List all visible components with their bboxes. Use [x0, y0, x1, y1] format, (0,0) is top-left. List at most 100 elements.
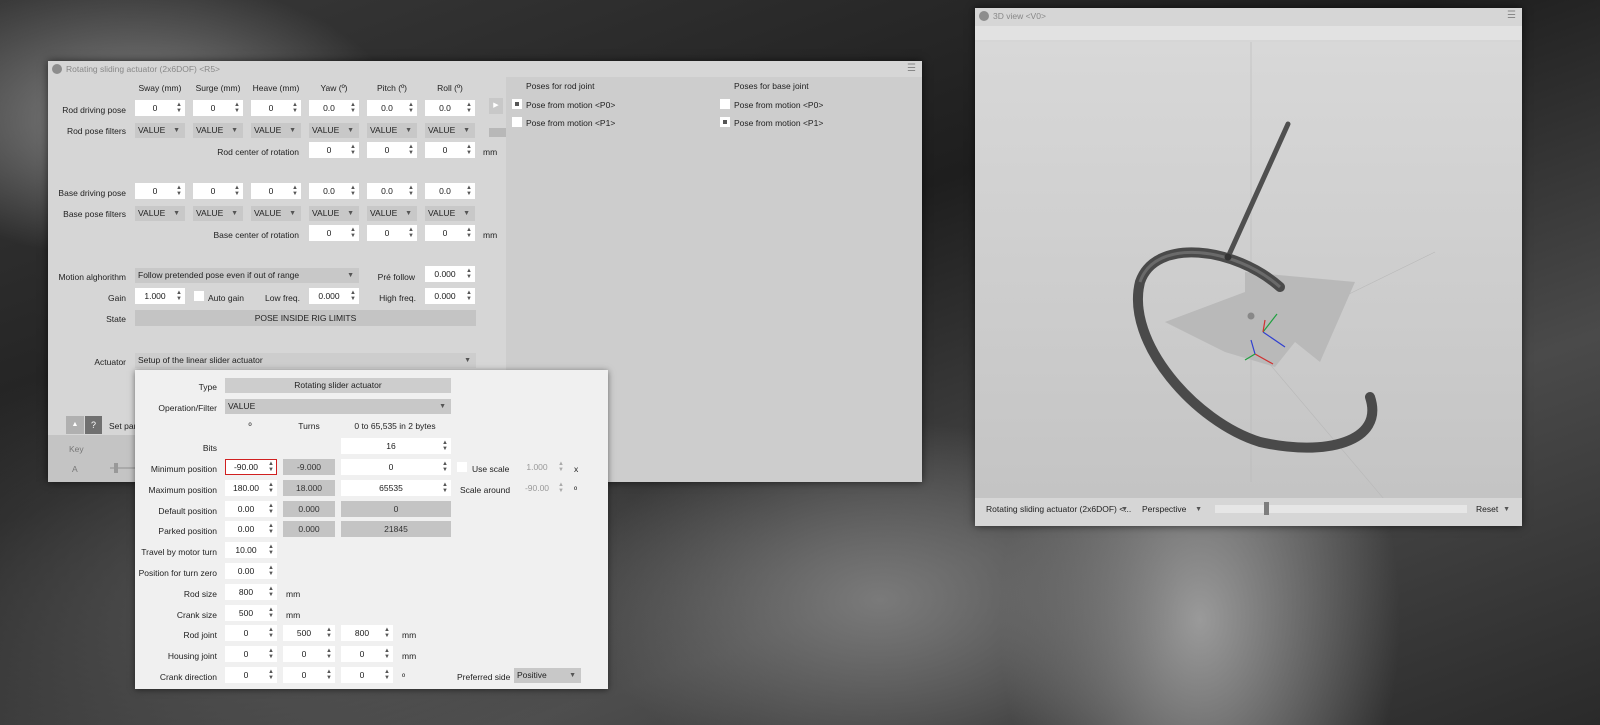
rod-surge-filter-select[interactable]: VALUE ▼ [193, 123, 243, 138]
operation-filter-select[interactable]: VALUE ▼ [225, 399, 451, 414]
housing-joint-x-input[interactable]: 0 ▲ ▼ [225, 646, 277, 662]
spinner-arrows-icon[interactable]: ▲ ▼ [465, 290, 473, 302]
pre-follow-input[interactable]: 0.000 ▲ ▼ [425, 266, 475, 282]
rod-yaw-filter-select[interactable]: VALUE ▼ [309, 123, 359, 138]
view-slider-thumb[interactable] [1264, 502, 1269, 515]
rod-pitch-filter-select[interactable]: VALUE ▼ [367, 123, 417, 138]
crank-direction-z-input[interactable]: 0 ▲ ▼ [341, 667, 393, 683]
use-scale-input[interactable]: 1.000 ▲ ▼ [517, 459, 567, 475]
window-menu-icon[interactable]: ☰ [1507, 8, 1516, 24]
use-scale-label[interactable]: Use scale [472, 464, 509, 474]
set-params-label[interactable]: Set par [109, 421, 136, 431]
rod-pose-p0-checkbox[interactable] [512, 99, 522, 109]
rod-joint-y-input[interactable]: 500 ▲ ▼ [283, 625, 335, 641]
high-freq-input[interactable]: 0.000 ▲ ▼ [425, 288, 475, 304]
motion-algorithm-select[interactable]: Follow pretended pose even if out of ran… [135, 268, 359, 283]
max-position-raw-input[interactable]: 65535 ▲ ▼ [341, 480, 451, 496]
expand-arrow-button[interactable]: ▶ [489, 98, 503, 114]
base-heave-filter-select[interactable]: VALUE ▼ [251, 206, 301, 221]
spinner-arrows-icon[interactable]: ▲ ▼ [325, 648, 333, 660]
travel-by-turn-input[interactable]: 10.00 ▲ ▼ [225, 542, 277, 558]
spinner-arrows-icon[interactable]: ▲ ▼ [233, 185, 241, 197]
spinner-arrows-icon[interactable]: ▲ ▼ [267, 523, 275, 535]
base-sway-filter-select[interactable]: VALUE ▼ [135, 206, 185, 221]
help-button[interactable]: ? [85, 416, 102, 434]
base-sway-input[interactable]: 0 ▲ ▼ [135, 183, 185, 199]
base-center-z-input[interactable]: 0 ▲ ▼ [425, 225, 475, 241]
low-freq-input[interactable]: 0.000 ▲ ▼ [309, 288, 359, 304]
actuator-select[interactable]: Setup of the linear slider actuator ▼ [135, 353, 476, 368]
rod-pose-p0-label[interactable]: Pose from motion <P0> [526, 100, 615, 110]
base-surge-input[interactable]: 0 ▲ ▼ [193, 183, 243, 199]
spinner-arrows-icon[interactable]: ▲ ▼ [267, 669, 275, 681]
base-pitch-filter-select[interactable]: VALUE ▼ [367, 206, 417, 221]
spinner-arrows-icon[interactable]: ▲ ▼ [441, 461, 449, 473]
rod-joint-z-input[interactable]: 800 ▲ ▼ [341, 625, 393, 641]
spinner-arrows-icon[interactable]: ▲ ▼ [267, 607, 275, 619]
spinner-arrows-icon[interactable]: ▲ ▼ [465, 227, 473, 239]
housing-joint-z-input[interactable]: 0 ▲ ▼ [341, 646, 393, 662]
preferred-side-select[interactable]: Positive ▼ [514, 668, 581, 683]
base-pose-p0-label[interactable]: Pose from motion <P0> [734, 100, 823, 110]
spinner-arrows-icon[interactable]: ▲ ▼ [407, 185, 415, 197]
rod-joint-x-input[interactable]: 0 ▲ ▼ [225, 625, 277, 641]
spinner-arrows-icon[interactable]: ▲ ▼ [349, 185, 357, 197]
spinner-arrows-icon[interactable]: ▲ ▼ [349, 227, 357, 239]
spinner-arrows-icon[interactable]: ▲ ▼ [349, 102, 357, 114]
rod-pose-p1-label[interactable]: Pose from motion <P1> [526, 118, 615, 128]
spinner-arrows-icon[interactable]: ▲ ▼ [465, 268, 473, 280]
rod-sway-filter-select[interactable]: VALUE ▼ [135, 123, 185, 138]
rod-surge-input[interactable]: 0 ▲ ▼ [193, 100, 243, 116]
base-yaw-input[interactable]: 0.0 ▲ ▼ [309, 183, 359, 199]
rod-center-z-input[interactable]: 0 ▲ ▼ [425, 142, 475, 158]
spinner-arrows-icon[interactable]: ▲ ▼ [407, 102, 415, 114]
default-position-deg-input[interactable]: 0.00 ▲ ▼ [225, 501, 277, 517]
base-yaw-filter-select[interactable]: VALUE ▼ [309, 206, 359, 221]
gain-input[interactable]: 1.000 ▲ ▼ [135, 288, 185, 304]
auto-gain-checkbox[interactable] [194, 291, 204, 301]
rod-heave-input[interactable]: 0 ▲ ▼ [251, 100, 301, 116]
base-pose-p1-label[interactable]: Pose from motion <P1> [734, 118, 823, 128]
min-position-deg-input[interactable]: -90.00 ▲ ▼ [225, 459, 277, 475]
spinner-arrows-icon[interactable]: ▲ ▼ [465, 102, 473, 114]
crank-size-input[interactable]: 500 ▲ ▼ [225, 605, 277, 621]
spinner-arrows-icon[interactable]: ▲ ▼ [267, 544, 275, 556]
spinner-arrows-icon[interactable]: ▲ ▼ [383, 648, 391, 660]
scale-around-input[interactable]: -90.00 ▲ ▼ [517, 480, 567, 496]
spinner-arrows-icon[interactable]: ▲ ▼ [267, 482, 275, 494]
base-roll-input[interactable]: 0.0 ▲ ▼ [425, 183, 475, 199]
spinner-arrows-icon[interactable]: ▲ ▼ [291, 102, 299, 114]
base-center-x-input[interactable]: 0 ▲ ▼ [309, 225, 359, 241]
view-slider-track[interactable] [1215, 505, 1467, 513]
spinner-arrows-icon[interactable]: ▲ ▼ [291, 185, 299, 197]
view3d-object-select[interactable]: Rotating sliding actuator (2x6DOF) <... ▼ [983, 502, 1133, 517]
spinner-arrows-icon[interactable]: ▲ ▼ [267, 565, 275, 577]
crank-direction-x-input[interactable]: 0 ▲ ▼ [225, 667, 277, 683]
spinner-arrows-icon[interactable]: ▲ ▼ [441, 482, 449, 494]
min-position-raw-input[interactable]: 0 ▲ ▼ [341, 459, 451, 475]
base-roll-filter-select[interactable]: VALUE ▼ [425, 206, 475, 221]
base-pitch-input[interactable]: 0.0 ▲ ▼ [367, 183, 417, 199]
spinner-arrows-icon[interactable]: ▲ ▼ [325, 627, 333, 639]
auto-gain-label[interactable]: Auto gain [208, 293, 244, 303]
projection-select[interactable]: Perspective ▼ [1139, 502, 1207, 517]
spinner-arrows-icon[interactable]: ▲ ▼ [557, 461, 565, 473]
spinner-arrows-icon[interactable]: ▲ ▼ [349, 290, 357, 302]
turn-zero-input[interactable]: 0.00 ▲ ▼ [225, 563, 277, 579]
spinner-arrows-icon[interactable]: ▲ ▼ [267, 503, 275, 515]
collapse-button[interactable]: ▲ [66, 416, 84, 434]
spinner-arrows-icon[interactable]: ▲ ▼ [233, 102, 241, 114]
base-pose-p0-checkbox[interactable] [720, 99, 730, 109]
rod-center-y-input[interactable]: 0 ▲ ▼ [367, 142, 417, 158]
rod-roll-input[interactable]: 0.0 ▲ ▼ [425, 100, 475, 116]
spinner-arrows-icon[interactable]: ▲ ▼ [465, 185, 473, 197]
parked-position-deg-input[interactable]: 0.00 ▲ ▼ [225, 521, 277, 537]
bits-input[interactable]: 16 ▲ ▼ [341, 438, 451, 454]
rod-pitch-input[interactable]: 0.0 ▲ ▼ [367, 100, 417, 116]
spinner-arrows-icon[interactable]: ▲ ▼ [349, 144, 357, 156]
spinner-arrows-icon[interactable]: ▲ ▼ [267, 461, 275, 473]
housing-joint-y-input[interactable]: 0 ▲ ▼ [283, 646, 335, 662]
max-position-deg-input[interactable]: 180.00 ▲ ▼ [225, 480, 277, 496]
spinner-arrows-icon[interactable]: ▲ ▼ [407, 227, 415, 239]
spinner-arrows-icon[interactable]: ▲ ▼ [267, 586, 275, 598]
